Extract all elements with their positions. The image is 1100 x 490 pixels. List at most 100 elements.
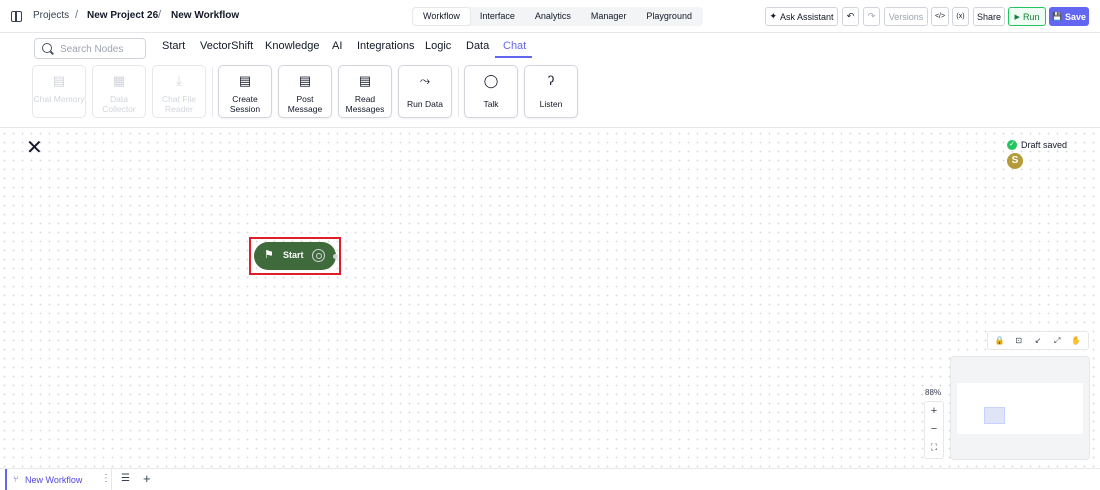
breadcrumb-project[interactable]: New Project 26 bbox=[87, 10, 158, 21]
node-label: Post Message bbox=[287, 94, 323, 114]
node-post-message[interactable]: ▤ Post Message bbox=[278, 65, 332, 118]
download-icon: ⤓ bbox=[176, 73, 182, 88]
chat-icon: ▤ bbox=[238, 73, 252, 88]
start-node[interactable]: ⚑ Start bbox=[254, 242, 336, 270]
close-icon[interactable]: ✕ bbox=[26, 138, 43, 158]
document-icon: ▦ bbox=[112, 73, 126, 88]
chat-icon: ▤ bbox=[52, 73, 66, 88]
node-run-data[interactable]: ⤳ Run Data bbox=[398, 65, 452, 118]
category-data[interactable]: Data bbox=[466, 40, 489, 52]
tab-workflow[interactable]: Workflow bbox=[413, 8, 470, 25]
node-data-collector[interactable]: ▦ Data Collector bbox=[92, 65, 146, 118]
toolbar-divider bbox=[212, 67, 213, 117]
run-button[interactable]: ▶ Run bbox=[1008, 7, 1046, 26]
save-icon: 💾 bbox=[1052, 12, 1062, 21]
node-label: Create Session bbox=[229, 94, 261, 114]
minimap-viewport bbox=[957, 383, 1083, 434]
workflow-tab-label: New Workflow bbox=[25, 475, 83, 485]
redo-button[interactable]: ↷ bbox=[863, 7, 880, 26]
zoom-in-button[interactable]: + bbox=[925, 405, 943, 417]
minimap[interactable] bbox=[950, 356, 1090, 460]
node-chat-file-reader[interactable]: ⤓ Chat File Reader bbox=[152, 65, 206, 118]
collapse-icon[interactable]: ↙ bbox=[1031, 336, 1045, 345]
node-label: Talk bbox=[483, 99, 499, 109]
zoom-level: 88% bbox=[925, 388, 942, 397]
node-label: Chat File Reader bbox=[161, 94, 196, 114]
bottom-bar: ⑂ New Workflow ⋮ ☰ + bbox=[0, 468, 1100, 490]
variables-button[interactable]: (x) bbox=[952, 7, 969, 26]
undo-icon: ↶ bbox=[846, 11, 855, 21]
category-logic[interactable]: Logic bbox=[425, 40, 451, 52]
node-label: Read Messages bbox=[345, 94, 385, 114]
variables-icon: (x) bbox=[956, 13, 965, 20]
breadcrumb-separator: / bbox=[75, 9, 79, 21]
node-label: Chat Memory bbox=[33, 94, 85, 104]
category-integrations[interactable]: Integrations bbox=[357, 40, 414, 52]
node-create-session[interactable]: ▤ Create Session bbox=[218, 65, 272, 118]
category-knowledge[interactable]: Knowledge bbox=[265, 40, 319, 52]
list-icon[interactable]: ☰ bbox=[121, 473, 130, 484]
redo-icon: ↷ bbox=[867, 11, 876, 21]
lock-icon[interactable]: 🔒 bbox=[993, 336, 1007, 345]
search-input[interactable]: Search Nodes bbox=[34, 38, 146, 59]
play-icon: ▶ bbox=[1014, 13, 1020, 21]
ear-icon: ʔ bbox=[547, 73, 555, 88]
top-bar: Projects / New Project 26 / New Workflow… bbox=[0, 0, 1100, 33]
gear-icon[interactable] bbox=[312, 249, 325, 262]
category-ai[interactable]: AI bbox=[332, 40, 342, 52]
output-handle[interactable] bbox=[333, 254, 338, 259]
tab-manager[interactable]: Manager bbox=[581, 8, 637, 25]
code-button[interactable]: </> bbox=[931, 7, 949, 26]
ask-assistant-button[interactable]: ✦ Ask Assistant bbox=[765, 7, 838, 26]
tab-interface[interactable]: Interface bbox=[470, 8, 525, 25]
fit-screen-button[interactable]: ⛶ bbox=[925, 442, 943, 453]
tab-analytics[interactable]: Analytics bbox=[525, 8, 581, 25]
versions-button[interactable]: Versions bbox=[884, 7, 928, 26]
speech-bubble-icon: ◯ bbox=[483, 73, 499, 88]
share-button[interactable]: Share bbox=[973, 7, 1005, 26]
save-label: Save bbox=[1064, 11, 1086, 22]
mode-tabs: Workflow Interface Analytics Manager Pla… bbox=[412, 7, 703, 26]
search-icon bbox=[42, 43, 52, 53]
zoom-out-button[interactable]: − bbox=[925, 423, 943, 435]
check-icon: ✓ bbox=[1007, 140, 1017, 150]
minimap-node bbox=[984, 407, 1005, 424]
canvas-controls: 🔒 ⊡ ↙ ⤢ ✋ bbox=[987, 331, 1089, 350]
sparkline-icon: ⤳ bbox=[419, 73, 431, 88]
avatar[interactable]: S bbox=[1007, 153, 1023, 169]
search-placeholder: Search Nodes bbox=[60, 44, 124, 55]
node-label: Listen bbox=[539, 99, 563, 109]
breadcrumb-workflow[interactable]: New Workflow bbox=[171, 10, 239, 21]
ask-assistant-label: Ask Assistant bbox=[780, 11, 834, 22]
toolbar-divider bbox=[458, 67, 459, 117]
breadcrumb-separator: / bbox=[158, 9, 162, 21]
node-talk[interactable]: ◯ Talk bbox=[464, 65, 518, 118]
add-workflow-icon[interactable]: + bbox=[143, 471, 151, 486]
chat-icon: ▤ bbox=[358, 73, 372, 88]
sidebar-toggle-icon[interactable] bbox=[11, 11, 22, 22]
category-chat[interactable]: Chat bbox=[503, 40, 526, 52]
category-vectorshift[interactable]: VectorShift bbox=[200, 40, 253, 52]
fit-view-icon[interactable]: ⊡ bbox=[1012, 336, 1026, 345]
breadcrumb-projects[interactable]: Projects bbox=[33, 10, 69, 21]
workflow-tab[interactable]: ⑂ New Workflow ⋮ bbox=[5, 469, 112, 490]
sparkle-icon: ✦ bbox=[769, 11, 777, 21]
expand-icon[interactable]: ⤢ bbox=[1050, 336, 1064, 346]
start-node-label: Start bbox=[283, 250, 304, 260]
active-category-indicator bbox=[495, 56, 532, 58]
node-listen[interactable]: ʔ Listen bbox=[524, 65, 578, 118]
node-chat-memory[interactable]: ▤ Chat Memory bbox=[32, 65, 86, 118]
hand-icon[interactable]: ✋ bbox=[1069, 336, 1083, 345]
more-icon[interactable]: ⋮ bbox=[101, 473, 111, 484]
code-icon: </> bbox=[934, 13, 946, 20]
node-label: Run Data bbox=[407, 99, 443, 109]
share-label: Share bbox=[976, 11, 1002, 22]
run-label: Run bbox=[1022, 11, 1040, 22]
node-read-messages[interactable]: ▤ Read Messages bbox=[338, 65, 392, 118]
tab-playground[interactable]: Playground bbox=[636, 8, 702, 25]
category-start[interactable]: Start bbox=[162, 40, 185, 52]
save-button[interactable]: 💾 Save bbox=[1049, 7, 1089, 26]
chat-icon: ▤ bbox=[298, 73, 312, 88]
undo-button[interactable]: ↶ bbox=[842, 7, 859, 26]
draft-status-label: Draft saved bbox=[1021, 140, 1068, 150]
